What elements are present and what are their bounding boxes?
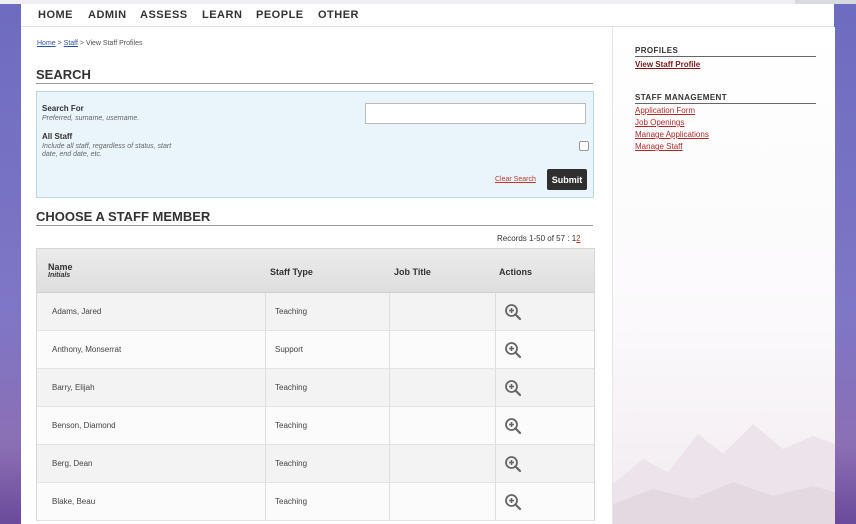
application-form-link[interactable]: Application Form [635,106,695,115]
search-panel: Search For Preferred, surname, username.… [36,91,594,198]
search-heading-rule [36,83,593,84]
all-staff-hint: Include all staff, regardless of status,… [42,143,172,150]
zoom-in-icon[interactable] [504,493,522,511]
records-summary: Records 1-50 of 57 : 12 [497,234,581,243]
column-divider [389,369,390,406]
cell-staff-type: Teaching [275,421,308,430]
column-header-actions: Actions [499,267,533,277]
cell-name: Barry, Elijah [52,383,95,392]
column-divider [265,445,266,482]
cell-name: Berg, Dean [52,459,93,468]
column-divider [389,445,390,482]
search-heading: SEARCH [36,67,91,82]
choose-heading-rule [36,225,593,226]
breadcrumb-home[interactable]: Home [37,40,56,47]
column-divider [389,331,390,368]
column-header-job-title[interactable]: Job Title [394,267,431,277]
top-nav: HOME ADMIN ASSESS LEARN PEOPLE OTHER [21,4,834,27]
mountain-background [613,424,835,524]
column-divider [265,483,266,520]
cell-name: Blake, Beau [52,497,96,506]
job-openings-link[interactable]: Job Openings [635,118,684,127]
cell-staff-type: Teaching [275,459,308,468]
table-header: Name Initials Staff Type Job Title Actio… [37,249,594,293]
all-staff-label: All Staff [42,132,73,141]
staff-table: Name Initials Staff Type Job Title Actio… [36,248,595,521]
table-body: Adams, Jared Teaching Anthony, Monserrat Su… [37,293,594,521]
column-divider [495,445,496,482]
nav-home[interactable]: HOME [38,9,73,21]
clear-search-link[interactable]: Clear Search [495,176,536,183]
cell-name: Benson, Diamond [52,421,116,430]
cell-staff-type: Teaching [275,497,308,506]
table-row: Barry, Elijah Teaching [37,369,594,407]
main-content: Home > Staff > View Staff Profiles SEARC… [21,27,611,524]
breadcrumb-separator: > [55,40,64,47]
nav-admin[interactable]: ADMIN [88,9,127,21]
page-container: HOME ADMIN ASSESS LEARN PEOPLE OTHER Hom… [21,4,835,524]
column-divider [495,369,496,406]
zoom-in-icon[interactable] [504,303,522,321]
search-for-label: Search For [42,104,84,113]
column-header-name[interactable]: Name Initials [48,262,73,279]
nav-people[interactable]: PEOPLE [256,9,304,21]
staff-management-heading: STAFF MANAGEMENT [635,93,728,102]
table-row: Anthony, Monserrat Support [37,331,594,369]
column-divider [495,331,496,368]
nav-assess[interactable]: ASSESS [140,9,188,21]
staff-management-rule [635,103,816,104]
column-divider [265,331,266,368]
profiles-heading: PROFILES [635,46,679,55]
column-divider [495,407,496,444]
sidebar: PROFILES View Staff Profile STAFF MANAGE… [612,27,835,524]
column-name-sublabel: Initials [48,272,71,279]
column-name-label: Name [48,262,73,272]
cell-staff-type: Teaching [275,307,308,316]
column-divider [389,293,390,330]
manage-applications-link[interactable]: Manage Applications [635,130,709,139]
breadcrumb-staff[interactable]: Staff [64,40,78,47]
background-left [0,4,21,524]
column-divider [495,293,496,330]
profiles-rule [635,56,816,57]
column-divider [389,407,390,444]
column-header-staff-type[interactable]: Staff Type [270,267,313,277]
table-row: Adams, Jared Teaching [37,293,594,331]
table-row: Benson, Diamond Teaching [37,407,594,445]
background-right [834,4,856,524]
table-row: Blake, Beau Teaching [37,483,594,521]
all-staff-hint-line2: date, end date, etc. [42,151,102,158]
cell-name: Adams, Jared [52,307,102,316]
cell-name: Anthony, Monserrat [52,345,122,354]
breadcrumb-separator: > [77,40,86,47]
search-input[interactable] [365,103,586,124]
choose-staff-heading: CHOOSE A STAFF MEMBER [36,209,211,224]
submit-button[interactable]: Submit [547,169,587,190]
cell-staff-type: Support [275,345,304,354]
column-divider [265,293,266,330]
column-divider [389,483,390,520]
all-staff-checkbox[interactable] [579,141,589,151]
breadcrumb-current: View Staff Profiles [85,40,143,47]
manage-staff-link[interactable]: Manage Staff [635,142,682,151]
column-divider [495,483,496,520]
records-text: Records 1-50 of 57 : 1 [497,234,577,243]
view-staff-profile-link[interactable]: View Staff Profile [635,60,700,69]
zoom-in-icon[interactable] [504,417,522,435]
zoom-in-icon[interactable] [504,379,522,397]
nav-learn[interactable]: LEARN [202,9,242,21]
zoom-in-icon[interactable] [504,341,522,359]
column-divider [265,369,266,406]
cell-staff-type: Teaching [275,383,308,392]
nav-other[interactable]: OTHER [318,9,359,21]
breadcrumb: Home > Staff > View Staff Profiles [37,40,142,47]
search-for-hint: Preferred, surname, username. [42,115,140,122]
column-divider [265,407,266,444]
page-2-link[interactable]: 2 [576,234,580,243]
table-row: Berg, Dean Teaching [37,445,594,483]
zoom-in-icon[interactable] [504,455,522,473]
